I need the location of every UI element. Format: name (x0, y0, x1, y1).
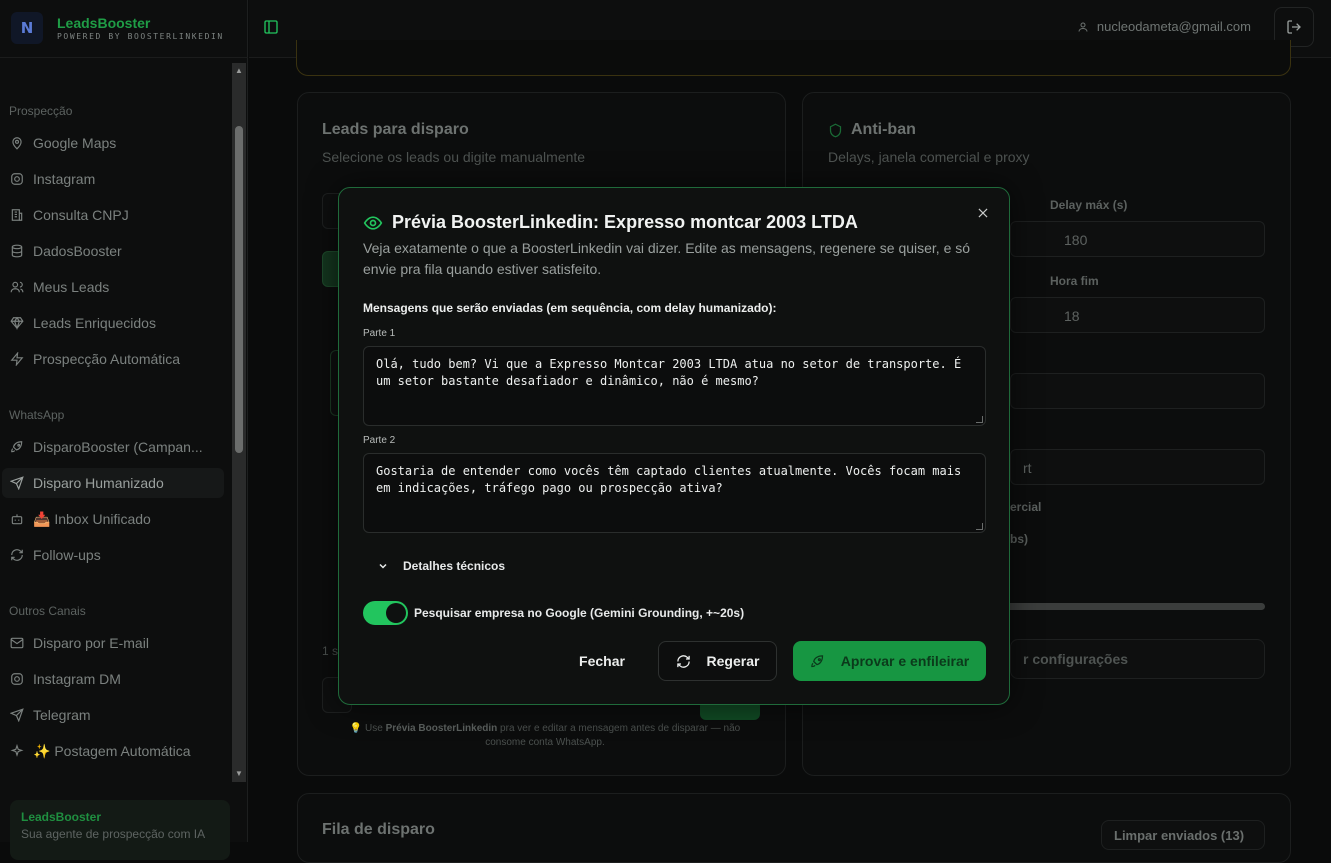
sidebar-toggle-icon[interactable] (263, 19, 279, 35)
instagram-icon (10, 672, 24, 686)
approve-enqueue-button[interactable]: Aprovar e enfileirar (793, 641, 986, 681)
google-search-label: Pesquisar empresa no Google (Gemini Grou… (414, 606, 745, 620)
sidebar-item-instagram-dm[interactable]: Instagram DM (2, 664, 224, 694)
antiban-card-subtitle: Delays, janela comercial e proxy (828, 149, 1030, 165)
janela-comercial-label: ercial (1010, 500, 1042, 514)
promo-subtitle: Sua agente de prospecção com IA (21, 827, 206, 841)
preview-hint: 💡 Use Prévia BoosterLinkedin pra ver e e… (349, 723, 741, 748)
sidebar-item-disparo-email[interactable]: Disparo por E-mail (2, 628, 224, 658)
sidebar-item-disparo-humanizado[interactable]: Disparo Humanizado (2, 468, 224, 498)
hora-fim-input[interactable]: 18 (1010, 297, 1265, 333)
leads-card-subtitle: Selecione os leads ou digite manualmente (322, 149, 586, 165)
sidebar-item-meus-leads[interactable]: Meus Leads (2, 272, 224, 302)
limit-slider[interactable] (1005, 603, 1265, 610)
mail-icon (10, 636, 24, 650)
promo-title: LeadsBooster (21, 810, 102, 824)
sidebar-item-postagem-automatica[interactable]: ✨ Postagem Automática (2, 736, 224, 766)
google-search-toggle-row: Pesquisar empresa no Google (Gemini Grou… (363, 601, 744, 625)
eye-icon (363, 215, 383, 230)
timezone-input[interactable] (1010, 373, 1265, 409)
brand-header: N LeadsBooster POWERED BY BOOSTERLINKEDI… (0, 0, 248, 58)
refresh-icon (676, 654, 690, 668)
resize-handle-icon[interactable] (976, 416, 983, 423)
limit-label-fragment: bs) (1010, 532, 1028, 546)
section-whatsapp: WhatsApp (9, 408, 65, 422)
user-info: nucleodameta@gmail.com (1077, 19, 1251, 34)
messages-heading: Mensagens que serão enviadas (em sequênc… (363, 301, 777, 315)
google-search-switch[interactable] (363, 601, 408, 625)
switch-knob (386, 603, 406, 623)
scroll-up-icon[interactable]: ▲ (234, 66, 244, 76)
delay-max-input[interactable]: 180 (1010, 221, 1265, 257)
modal-title: Prévia BoosterLinkedin: Expresso montcar… (363, 212, 858, 233)
users-icon (10, 280, 24, 294)
sidebar-item-inbox-unificado[interactable]: 📥 Inbox Unificado (2, 504, 224, 534)
brand-title: LeadsBooster (57, 15, 151, 31)
send-icon (10, 708, 24, 722)
section-prospeccao: Prospecção (9, 104, 73, 118)
sidebar-scroll-thumb[interactable] (235, 126, 243, 453)
logout-icon (1287, 20, 1301, 34)
rocket-icon (811, 654, 823, 667)
sidebar-item-disparobooster[interactable]: DisparoBooster (Campan... (2, 432, 224, 462)
brand-logo[interactable]: N (11, 12, 43, 44)
hora-fim-label: Hora fim (1050, 274, 1099, 288)
queue-card-title: Fila de disparo (322, 821, 435, 838)
map-pin-icon (10, 136, 24, 150)
clear-sent-button[interactable]: Limpar enviados (13) (1101, 820, 1265, 850)
previous-card-edge (296, 40, 1291, 76)
technical-details-toggle[interactable]: Detalhes técnicos (377, 559, 505, 573)
brand-subtitle: POWERED BY BOOSTERLINKEDIN (57, 32, 224, 41)
rocket-icon (10, 440, 24, 454)
section-outros-canais: Outros Canais (9, 604, 86, 618)
sidebar-item-google-maps[interactable]: Google Maps (2, 128, 224, 158)
sidebar-item-telegram[interactable]: Telegram (2, 700, 224, 730)
instagram-icon (10, 172, 24, 186)
sidebar-item-dadosbooster[interactable]: DadosBooster (2, 236, 224, 266)
preview-modal: Prévia BoosterLinkedin: Expresso montcar… (338, 187, 1010, 705)
part-1-label: Parte 1 (363, 328, 396, 339)
delay-max-label: Delay máx (s) (1050, 198, 1128, 212)
sidebar-item-prospeccao-automatica[interactable]: Prospecção Automática (2, 344, 224, 374)
building-icon (10, 208, 24, 222)
sidebar-item-leads-enriquecidos[interactable]: Leads Enriquecidos (2, 308, 224, 338)
part-2-label: Parte 2 (363, 435, 396, 446)
database-icon (10, 244, 24, 258)
message-part-1-textarea[interactable]: Olá, tudo bem? Vi que a Expresso Montcar… (363, 346, 986, 426)
shield-icon (829, 123, 842, 137)
promo-card: LeadsBooster Sua agente de prospecção co… (10, 800, 230, 860)
send-icon (10, 476, 24, 490)
fechar-button[interactable]: Fechar (567, 641, 637, 681)
chevron-down-icon (379, 563, 387, 569)
sidebar: N LeadsBooster POWERED BY BOOSTERLINKEDI… (0, 0, 248, 860)
zap-icon (10, 352, 24, 366)
proxy-input[interactable]: rt (1010, 449, 1265, 485)
leads-card-title: Leads para disparo (322, 121, 469, 138)
user-icon (1078, 22, 1088, 32)
antiban-card-title: Anti-ban (828, 121, 916, 139)
message-part-2-textarea[interactable]: Gostaria de entender como vocês têm capt… (363, 453, 986, 533)
resize-handle-icon[interactable] (976, 523, 983, 530)
sidebar-item-instagram[interactable]: Instagram (2, 164, 224, 194)
regenerate-button[interactable]: Regerar (658, 641, 777, 681)
save-config-button[interactable]: r configurações (1010, 639, 1265, 679)
refresh-icon (10, 548, 24, 562)
scroll-down-icon[interactable]: ▼ (234, 769, 244, 779)
user-email: nucleodameta@gmail.com (1096, 19, 1251, 34)
modal-description: Veja exatamente o que a BoosterLinkedin … (363, 240, 971, 277)
sparkles-icon (10, 744, 24, 758)
sidebar-item-follow-ups[interactable]: Follow-ups (2, 540, 224, 570)
leads-count-fragment: 1 s (322, 644, 339, 658)
bot-icon (10, 512, 24, 526)
close-icon[interactable] (974, 204, 992, 222)
gem-icon (10, 316, 24, 330)
sidebar-item-consulta-cnpj[interactable]: Consulta CNPJ (2, 200, 224, 230)
